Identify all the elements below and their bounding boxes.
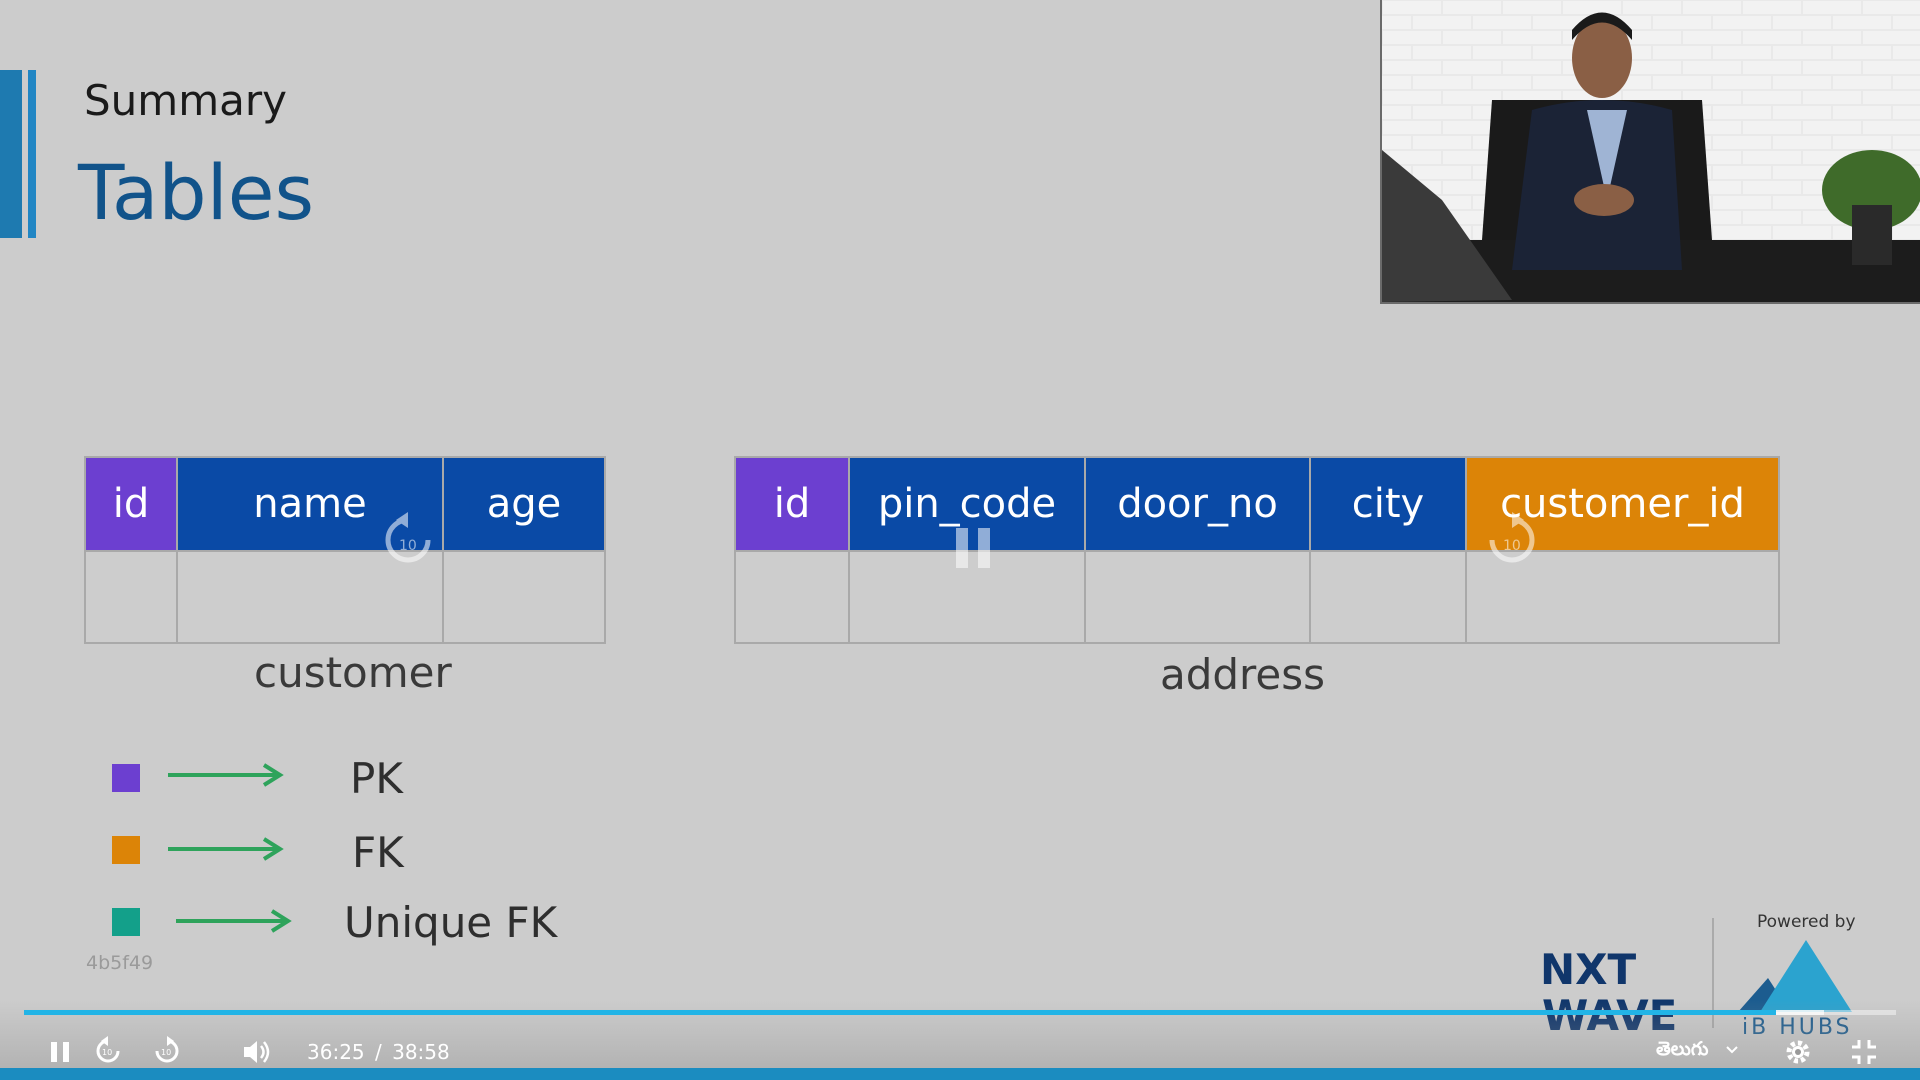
duration: 38:58 bbox=[392, 1040, 450, 1064]
chevron-down-icon bbox=[1726, 1046, 1738, 1054]
svg-text:10: 10 bbox=[399, 538, 417, 554]
table-header-cell: id bbox=[84, 456, 178, 552]
svg-text:10: 10 bbox=[102, 1048, 112, 1057]
address-table: id pin_code door_no city customer_id bbox=[734, 456, 1780, 644]
table-caption: address bbox=[1160, 650, 1326, 699]
exit-fullscreen-icon[interactable] bbox=[1850, 1038, 1878, 1066]
table-header-cell: door_no bbox=[1084, 456, 1311, 552]
table-cell bbox=[442, 550, 606, 644]
arrow-right-icon bbox=[168, 763, 284, 787]
time-display: 36:25 / 38:58 bbox=[307, 1040, 450, 1064]
pause-icon[interactable] bbox=[48, 1040, 72, 1064]
table-cell bbox=[1309, 550, 1467, 644]
table-cell bbox=[1084, 550, 1311, 644]
instructor-video bbox=[1380, 0, 1920, 304]
forward-10-overlay-icon[interactable]: 10 bbox=[1486, 512, 1538, 570]
arrow-right-icon bbox=[176, 909, 292, 933]
legend-label: PK bbox=[350, 754, 403, 803]
customer-table: id name age bbox=[84, 456, 606, 644]
accent-bar bbox=[28, 70, 36, 238]
svg-text:10: 10 bbox=[1503, 538, 1521, 554]
legend-label: Unique FK bbox=[344, 898, 558, 947]
fk-color-swatch bbox=[112, 836, 140, 864]
table-cell bbox=[734, 550, 850, 644]
table-header-cell: age bbox=[442, 456, 606, 552]
table-cell bbox=[84, 550, 178, 644]
gear-icon[interactable] bbox=[1784, 1038, 1812, 1066]
language-selector[interactable]: తెలుగు bbox=[1656, 1038, 1739, 1065]
unique-fk-color-swatch bbox=[112, 908, 140, 936]
watermark-code: 4b5f49 bbox=[86, 952, 154, 974]
bottom-strip bbox=[0, 1068, 1920, 1080]
instructor-video-frame bbox=[1382, 0, 1920, 302]
table-header-cell: city bbox=[1309, 456, 1467, 552]
volume-icon[interactable] bbox=[242, 1038, 272, 1066]
arrow-right-icon bbox=[168, 837, 284, 861]
pause-overlay-icon[interactable] bbox=[954, 526, 994, 570]
table-header-cell: id bbox=[734, 456, 850, 552]
section-label: Summary bbox=[84, 76, 287, 125]
forward-10-icon[interactable]: 10 bbox=[152, 1036, 182, 1066]
legend-label: FK bbox=[352, 828, 404, 877]
accent-bar bbox=[0, 70, 22, 238]
current-time: 36:25 bbox=[307, 1040, 365, 1064]
svg-text:NXT: NXT bbox=[1540, 945, 1637, 994]
time-separator: / bbox=[375, 1040, 382, 1064]
language-label: తెలుగు bbox=[1656, 1038, 1709, 1060]
svg-text:10: 10 bbox=[161, 1048, 171, 1057]
rewind-10-overlay-icon[interactable]: 10 bbox=[382, 512, 434, 570]
pk-color-swatch bbox=[112, 764, 140, 792]
table-caption: customer bbox=[254, 648, 452, 697]
rewind-10-icon[interactable]: 10 bbox=[93, 1036, 123, 1066]
page-title: Tables bbox=[78, 148, 315, 237]
progress-fill[interactable] bbox=[24, 1010, 1776, 1015]
